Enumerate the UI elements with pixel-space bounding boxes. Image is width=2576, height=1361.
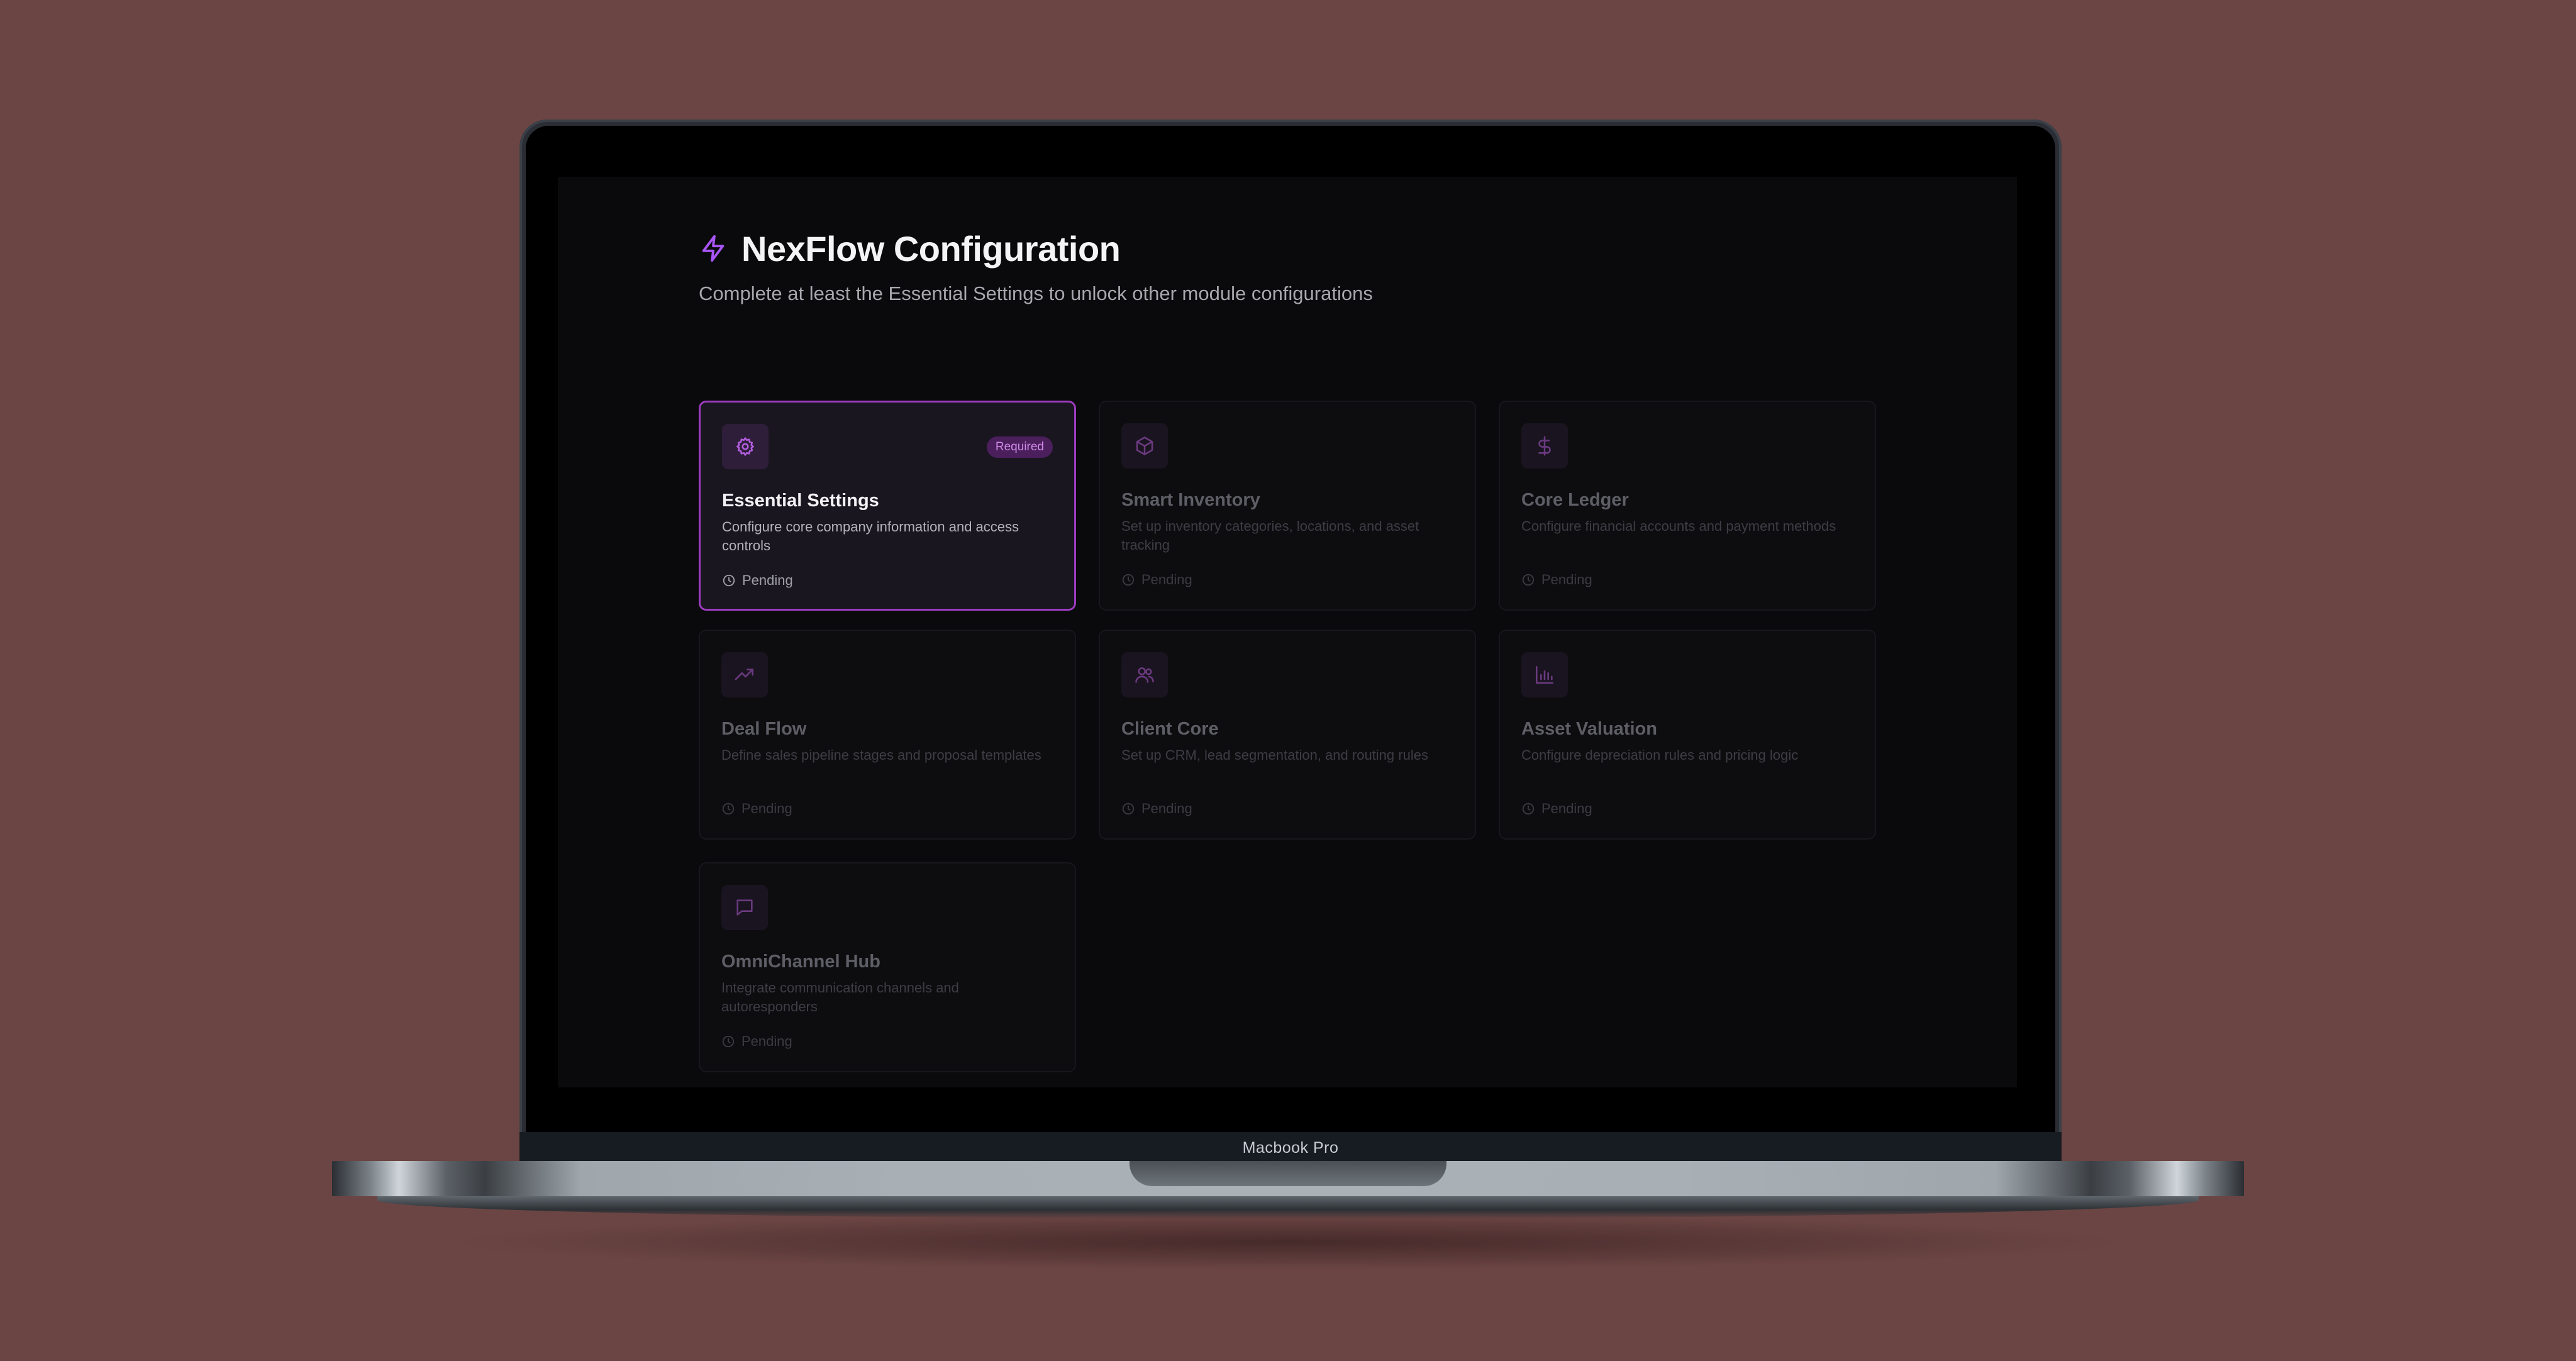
module-title: Deal Flow [721,719,807,739]
module-icon-box [1121,423,1168,469]
bolt-icon [702,235,724,262]
module-status: Pending [721,801,792,817]
module-description: Configure core company information and a… [722,519,1019,553]
module-description: Set up inventory categories, locations, … [1121,518,1419,553]
module-description: Configure depreciation rules and pricing… [1521,747,1799,763]
clock-icon [1122,574,1135,586]
module-description: Set up CRM, lead segmentation, and routi… [1121,747,1428,763]
clock-icon [1122,803,1135,815]
module-icon-box [721,885,768,930]
laptop-chin: Macbook Pro [519,1132,2062,1164]
module-icon-box [1521,652,1568,697]
module-description: Configure financial accounts and payment… [1521,518,1836,534]
module-status-label: Pending [741,801,792,816]
module-card-core-ledger[interactable]: Core Ledger Configure financial accounts… [1499,401,1876,611]
module-title: Client Core [1121,719,1219,739]
module-icon-box [722,424,769,469]
module-status: Pending [1521,801,1592,817]
module-card-asset-valuation[interactable]: Asset Valuation Configure depreciation r… [1499,630,1876,840]
laptop-shadow [440,1214,2136,1270]
gear-icon [736,437,754,456]
dollar-icon [1538,436,1551,456]
module-card-client-core[interactable]: Client Core Set up CRM, lead segmentatio… [1099,630,1476,840]
module-title: OmniChannel Hub [721,952,880,972]
config-page: NexFlow Configuration Complete at least … [699,223,1879,1072]
module-status: Pending [1521,572,1592,588]
module-title: Essential Settings [722,491,879,511]
module-card-essential-settings[interactable]: Required Essential Settings Configure co… [699,401,1076,611]
module-status: Pending [1121,801,1192,817]
bar-chart-icon [1535,665,1554,684]
page-subtitle: Complete at least the Essential Settings… [699,282,1373,304]
module-title: Smart Inventory [1121,490,1260,510]
device-label: Macbook Pro [1242,1138,1339,1157]
module-description: Define sales pipeline stages and proposa… [721,747,1041,763]
module-status-label: Pending [1541,572,1592,587]
clock-icon [1522,803,1535,815]
module-status: Pending [722,572,793,589]
trending-up-icon [735,669,754,680]
module-title: Asset Valuation [1521,719,1657,739]
message-icon [736,899,753,916]
clock-icon [722,803,735,815]
module-status-label: Pending [742,572,793,588]
module-status: Pending [721,1033,792,1050]
required-badge: Required [986,436,1053,458]
clock-icon [723,574,735,587]
module-status-label: Pending [741,1033,792,1049]
clock-icon [722,1035,735,1048]
users-icon [1135,667,1154,683]
module-title: Core Ledger [1521,490,1629,510]
module-status-label: Pending [1141,572,1192,587]
module-status: Pending [1121,572,1192,588]
box-icon [1136,436,1153,455]
clock-icon [1522,574,1535,586]
page-header: NexFlow Configuration [699,223,1879,274]
module-card-deal-flow[interactable]: Deal Flow Define sales pipeline stages a… [699,630,1076,840]
module-card-omnichannel-hub[interactable]: OmniChannel Hub Integrate communication … [699,862,1076,1072]
module-description: Integrate communication channels and aut… [721,980,959,1014]
laptop-notch [1130,1161,1446,1186]
module-icon-box [1121,652,1168,697]
module-icon-box [721,652,768,697]
module-icon-box [1521,423,1568,469]
app-screen: NexFlow Configuration Complete at least … [558,177,2017,1087]
module-status-label: Pending [1541,801,1592,816]
module-status-label: Pending [1141,801,1192,816]
module-card-smart-inventory[interactable]: Smart Inventory Set up inventory categor… [1099,401,1476,611]
page-title: NexFlow Configuration [741,228,1121,269]
